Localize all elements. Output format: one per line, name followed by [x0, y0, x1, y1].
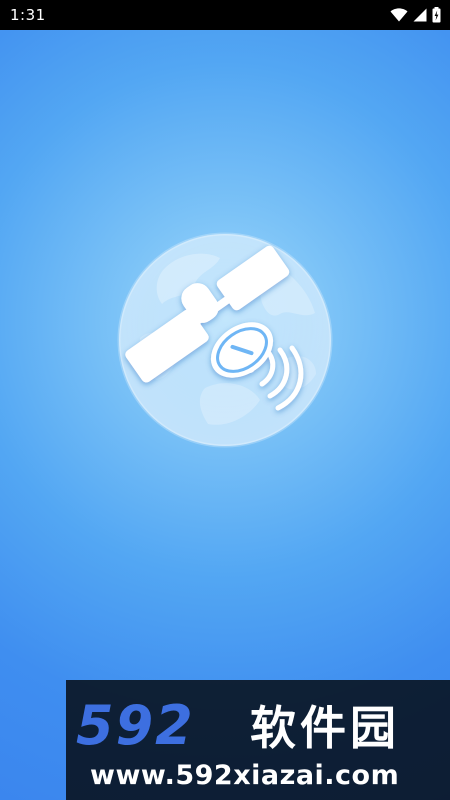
- wifi-icon: [390, 8, 408, 22]
- battery-icon: [432, 7, 441, 23]
- watermark-site-name: 软件园: [250, 701, 400, 755]
- signal-icon: [413, 8, 427, 22]
- status-bar: 1:31: [0, 0, 450, 30]
- status-time: 1:31: [10, 6, 46, 24]
- watermark-url: www.592xiazai.com: [90, 760, 400, 791]
- watermark-number: 592: [76, 694, 195, 757]
- watermark-banner: 592 软件园 www.592xiazai.com: [66, 680, 450, 800]
- satellite-globe-icon: [110, 228, 340, 450]
- status-icons: [390, 7, 441, 23]
- splash-screen: 1:31 592 软件园 www.592xiazai.com: [0, 0, 450, 800]
